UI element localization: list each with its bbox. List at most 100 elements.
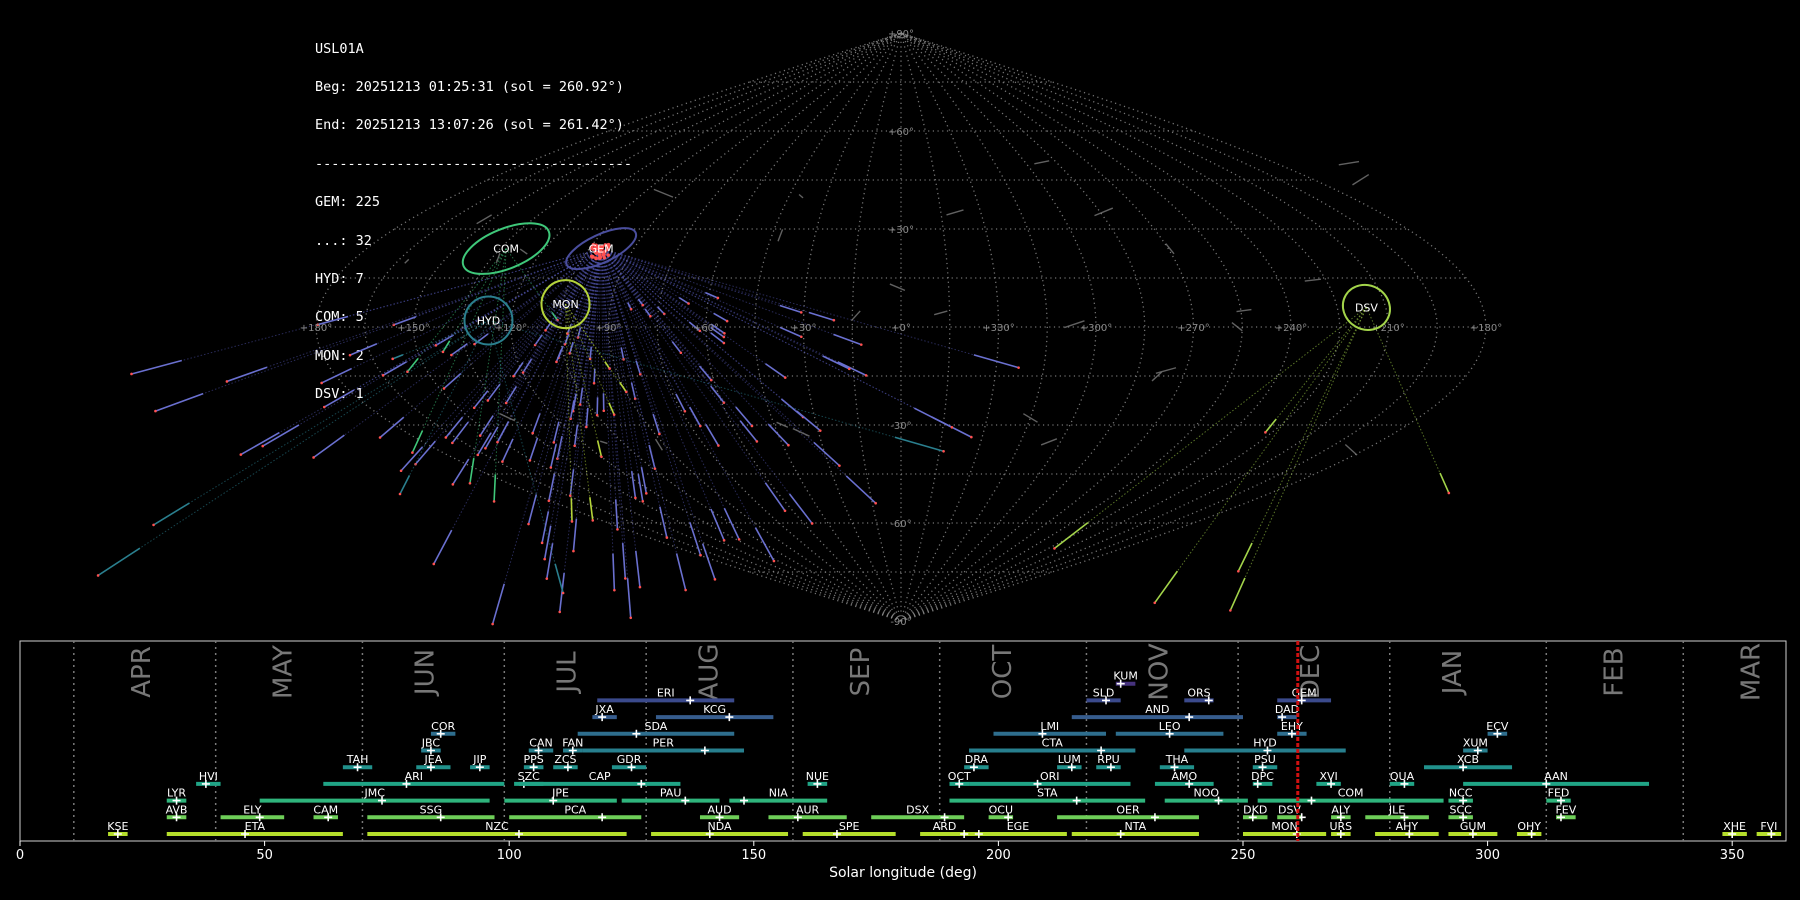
shower-label-jpe: JPE — [551, 787, 569, 800]
shower-label-amo: AMO — [1171, 770, 1197, 783]
shower-label-oer: OER — [1116, 803, 1140, 816]
month-label: JUL — [552, 651, 582, 695]
month-label: MAY — [269, 645, 299, 699]
shower-label-cta: CTA — [1042, 737, 1064, 750]
shower-label-can: CAN — [529, 737, 552, 750]
shower-label-ard: ARD — [933, 820, 957, 833]
shower-label-ori: ORI — [1040, 770, 1060, 783]
shower-label-ehy: EHY — [1281, 720, 1303, 733]
shower-timeline-chart: APR MAY JUN JUL AUG SEP OCT NOV DEC JAN FEB MARKUME… — [16, 640, 1787, 881]
shower-label-nta: NTA — [1125, 820, 1147, 833]
shower-label-lyr: LYR — [167, 787, 186, 800]
x-tick-label: 300 — [1475, 848, 1500, 863]
shower-label-ohy: OHY — [1517, 820, 1541, 833]
shower-label-dpc: DPC — [1251, 770, 1274, 783]
shower-label-noo: NOO — [1194, 787, 1220, 800]
x-tick-label: 150 — [741, 848, 766, 863]
x-tick-label: 200 — [986, 848, 1011, 863]
shower-label-tah: TAH — [346, 753, 369, 766]
shower-label-dra: DRA — [965, 753, 989, 766]
shower-label-xhe: XHE — [1723, 820, 1746, 833]
shower-label-mon: MON — [1271, 820, 1297, 833]
shower-label-nda: NDA — [708, 820, 733, 833]
shower-label-pca: PCA — [564, 803, 586, 816]
shower-label-ors: ORS — [1187, 686, 1210, 699]
shower-label-gdr: GDR — [617, 753, 642, 766]
shower-label-jea: JEA — [424, 753, 443, 766]
shower-label-fvi: FVI — [1760, 820, 1777, 833]
shower-label-psu: PSU — [1254, 753, 1276, 766]
shower-label-spe: SPE — [839, 820, 860, 833]
shower-label-qua: QUA — [1390, 770, 1415, 783]
shower-label-nue: NUE — [806, 770, 829, 783]
shower-label-oct: OCT — [948, 770, 971, 783]
x-tick-label: 250 — [1231, 848, 1256, 863]
shower-label-szc: SZC — [518, 770, 541, 783]
month-label: AUG — [694, 644, 724, 701]
shower-label-cor: COR — [431, 720, 455, 733]
shower-label-ocu: OCU — [989, 803, 1013, 816]
shower-label-dad: DAD — [1275, 703, 1299, 716]
shower-label-ari: ARI — [405, 770, 423, 783]
shower-label-cap: CAP — [589, 770, 611, 783]
shower-label-zcs: ZCS — [554, 753, 576, 766]
shower-label-jle: JLE — [1388, 803, 1405, 816]
shower-label-nzc: NZC — [485, 820, 509, 833]
shower-label-lmi: LMI — [1040, 720, 1059, 733]
shower-label-lum: LUM — [1058, 753, 1081, 766]
month-label: OCT — [988, 645, 1018, 700]
month-label: JAN — [1438, 650, 1468, 696]
month-label: APR — [127, 646, 157, 698]
shower-label-ahy: AHY — [1396, 820, 1419, 833]
shower-label-ssg: SSG — [420, 803, 443, 816]
month-label: NOV — [1144, 643, 1174, 700]
shower-label-per: PER — [653, 737, 675, 750]
shower-label-kse: KSE — [107, 820, 128, 833]
shower-label-leo: LEO — [1159, 720, 1181, 733]
shower-label-dsx: DSX — [906, 803, 929, 816]
month-label: JUN — [411, 649, 441, 697]
shower-label-eta: ETA — [245, 820, 266, 833]
shower-label-aud: AUD — [708, 803, 732, 816]
shower-label-fev: FEV — [1555, 803, 1576, 816]
shower-label-jmc: JMC — [363, 787, 385, 800]
shower-label-and: AND — [1145, 703, 1169, 716]
shower-label-hyd: HYD — [1253, 737, 1276, 750]
month-label: MAR — [1736, 643, 1766, 701]
shower-label-fed: FED — [1548, 787, 1570, 800]
shower-label-hvi: HVI — [199, 770, 218, 783]
shower-label-pau: PAU — [660, 787, 682, 800]
shower-label-tha: THA — [1165, 753, 1189, 766]
shower-label-ege: EGE — [1007, 820, 1029, 833]
shower-label-avb: AVB — [166, 803, 188, 816]
x-tick-label: 350 — [1720, 848, 1745, 863]
shower-label-dkd: DKD — [1243, 803, 1267, 816]
shower-label-kum: KUM — [1113, 670, 1137, 683]
shower-label-sda: SDA — [645, 720, 668, 733]
shower-label-jbc: JBC — [421, 737, 441, 750]
shower-label-rpu: RPU — [1097, 753, 1119, 766]
shower-label-com: COM — [1338, 787, 1364, 800]
shower-label-kcg: KCG — [703, 703, 726, 716]
shower-label-cam: CAM — [313, 803, 338, 816]
shower-label-xvi: XVI — [1319, 770, 1337, 783]
shower-label-nia: NIA — [769, 787, 788, 800]
shower-label-gem: GEM — [1292, 686, 1317, 699]
shower-label-aur: AUR — [796, 803, 820, 816]
month-label: SEP — [846, 648, 876, 697]
shower-label-jxa: JXA — [594, 703, 614, 716]
shower-label-fan: FAN — [562, 737, 583, 750]
x-axis-label: Solar longitude (deg) — [829, 865, 977, 881]
shower-label-gum: GUM — [1460, 820, 1486, 833]
shower-label-aly: ALY — [1331, 803, 1350, 816]
shower-label-xum: XUM — [1463, 737, 1488, 750]
x-tick-label: 100 — [497, 848, 522, 863]
shower-label-ely: ELY — [243, 803, 262, 816]
month-label: FEB — [1599, 647, 1629, 696]
shower-label-urs: URS — [1329, 820, 1352, 833]
shower-label-sld: SLD — [1093, 686, 1115, 699]
shower-label-xcb: XCB — [1457, 753, 1479, 766]
shower-label-ncc: NCC — [1449, 787, 1473, 800]
shower-label-ecv: ECV — [1486, 720, 1509, 733]
shower-label-eri: ERI — [657, 686, 675, 699]
